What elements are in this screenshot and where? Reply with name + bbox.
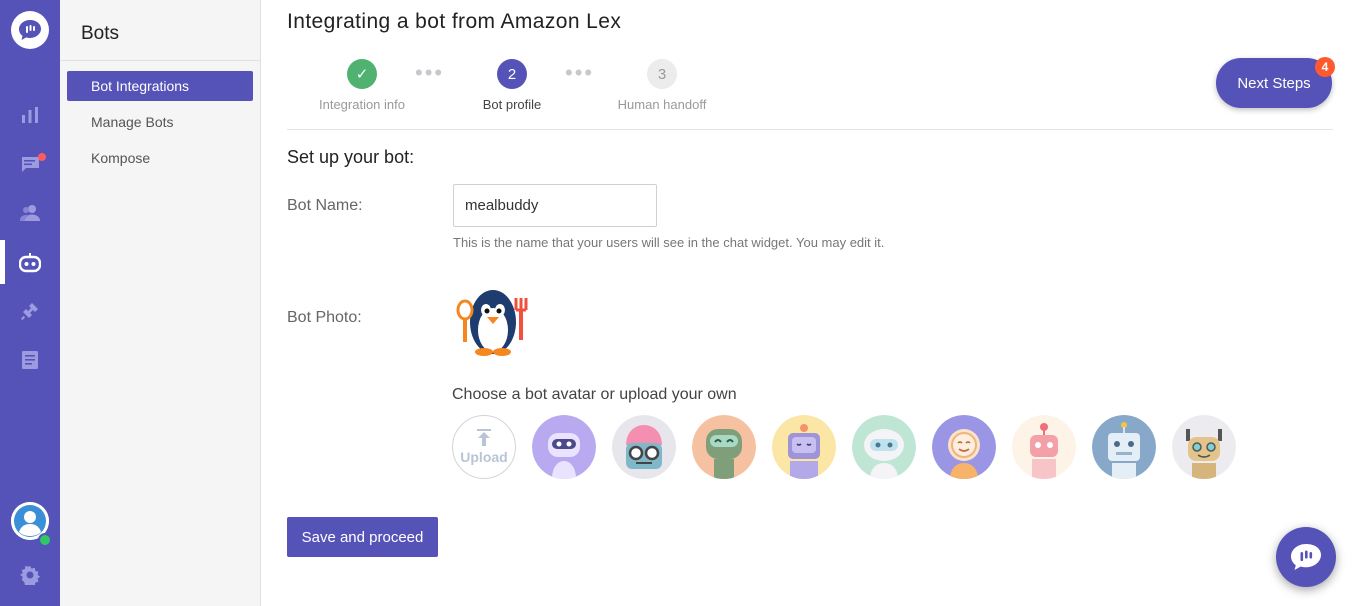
step-number: 2 xyxy=(497,59,527,89)
unread-badge xyxy=(38,153,46,161)
sidebar-item-bot-integrations[interactable]: Bot Integrations xyxy=(67,71,253,101)
chat-widget-launcher[interactable] xyxy=(1276,527,1336,587)
save-and-proceed-button[interactable]: Save and proceed xyxy=(287,517,438,557)
bot-photo-label: Bot Photo: xyxy=(287,309,362,326)
header-divider xyxy=(287,129,1333,130)
upload-label: Upload xyxy=(460,449,508,465)
avatar-robot-brain[interactable] xyxy=(612,415,676,479)
avatar-robot-blue[interactable] xyxy=(1092,415,1156,479)
app-logo-icon[interactable] xyxy=(11,11,49,49)
online-status-dot xyxy=(38,533,52,547)
step-check-icon: ✓ xyxy=(347,59,377,89)
bot-name-label: Bot Name: xyxy=(287,197,363,214)
avatar-robot-tan[interactable] xyxy=(1172,415,1236,479)
reports-icon[interactable] xyxy=(18,103,42,127)
step-label: Integration info xyxy=(318,97,405,112)
avatar-robot-pink[interactable] xyxy=(1012,415,1076,479)
avatar-robot-smile[interactable] xyxy=(932,415,996,479)
upload-avatar-button[interactable]: Upload xyxy=(452,415,516,479)
faq-icon[interactable] xyxy=(18,348,42,372)
chat-bubble-icon xyxy=(1291,544,1321,570)
integrations-icon[interactable] xyxy=(18,299,42,323)
users-icon[interactable] xyxy=(18,201,42,225)
upload-icon xyxy=(477,429,491,446)
step-label: Bot profile xyxy=(482,97,542,112)
choose-avatar-label: Choose a bot avatar or upload your own xyxy=(452,386,737,403)
avatar-robot-purple[interactable] xyxy=(532,415,596,479)
avatar-robot-green[interactable] xyxy=(692,415,756,479)
bots-icon[interactable] xyxy=(18,251,42,275)
sidebar-item-kompose[interactable]: Kompose xyxy=(67,143,253,173)
step-human-handoff[interactable]: 3 Human handoff xyxy=(602,59,722,112)
sidebar-divider xyxy=(60,60,260,61)
step-connector: ••• xyxy=(565,60,595,85)
next-steps-count-badge: 4 xyxy=(1315,57,1335,77)
step-number: 3 xyxy=(647,59,677,89)
settings-gear-icon[interactable] xyxy=(18,563,42,587)
step-connector: ••• xyxy=(415,60,445,85)
bot-photo-penguin[interactable] xyxy=(453,280,533,358)
sidebar-title: Bots xyxy=(81,23,120,44)
step-bot-profile[interactable]: 2 Bot profile xyxy=(452,59,572,112)
main-content: Integrating a bot from Amazon Lex ✓ Inte… xyxy=(261,0,1358,606)
bot-name-input[interactable] xyxy=(453,184,657,227)
bot-name-hint: This is the name that your users will se… xyxy=(453,235,885,250)
step-integration-info[interactable]: ✓ Integration info xyxy=(302,59,422,112)
active-indicator xyxy=(0,240,5,284)
icon-rail xyxy=(0,0,60,606)
sidebar-item-manage-bots[interactable]: Manage Bots xyxy=(67,107,253,137)
section-title: Set up your bot: xyxy=(287,147,415,167)
page-title: Integrating a bot from Amazon Lex xyxy=(287,10,622,33)
avatar-robot-lilac[interactable] xyxy=(772,415,836,479)
bots-sidebar: Bots Bot Integrations Manage Bots Kompos… xyxy=(60,0,261,606)
step-label: Human handoff xyxy=(617,97,707,112)
avatar-robot-mint[interactable] xyxy=(852,415,916,479)
